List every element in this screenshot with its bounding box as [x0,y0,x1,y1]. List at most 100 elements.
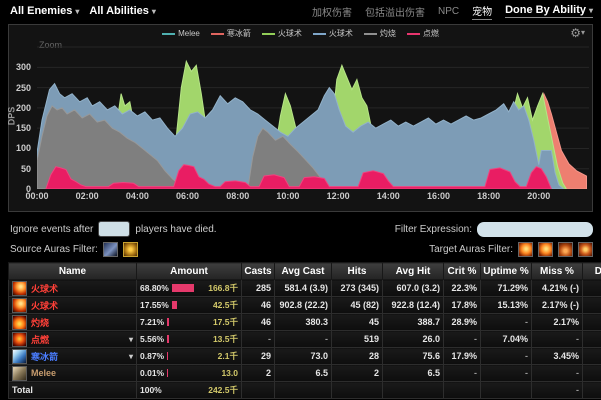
amount-value: 166.8千 [208,282,238,294]
empty-cell [332,382,383,399]
column-header-avg-hit[interactable]: Avg Hit [383,263,444,280]
amount-bar [167,318,169,326]
toggle-加权伤害[interactable]: 加权伤害 [312,4,352,19]
source-aura-2-icon[interactable] [123,242,138,257]
ability-name[interactable]: 火球术 [31,282,58,295]
legend-label: 寒冰箭 [227,28,251,39]
casts-cell: 46 [242,314,275,331]
frostbolt-icon[interactable] [12,349,27,364]
table-header-row: NameAmountCastsAvg CastHitsAvg HitCrit %… [9,263,601,280]
column-header-name[interactable]: Name [9,263,137,280]
ignore-events-label: Ignore events after [10,224,93,235]
dps-cell: 127.6 [583,280,601,297]
hits-cell: 28 [332,348,383,365]
ability-name[interactable]: 寒冰箭 [31,350,58,363]
dps-chart-panel: Melee寒冰箭火球术火球术灼烧点燃 ⚙▾ Zoom DPS 050100150… [8,24,593,212]
crit-cell: 22.3% [444,280,481,297]
column-header-miss-[interactable]: Miss % [532,263,583,280]
hits-cell: 45 (82) [332,297,383,314]
hits-cell: 45 [332,314,383,331]
total-miss-cell: - [532,382,583,399]
ability-name[interactable]: 火球术 [31,299,58,312]
amount-value: 42.5千 [213,299,238,311]
dps-cell: 13.4 [583,314,601,331]
ability-name[interactable]: Melee [31,368,56,378]
total-amount: 242.5千 [208,384,238,396]
ability-name[interactable]: 灼烧 [31,316,49,329]
crit-cell: - [444,365,481,382]
amount-bar [172,301,178,309]
empty-cell [383,382,444,399]
target-auras-icons [513,242,593,257]
column-header-crit-[interactable]: Crit % [444,263,481,280]
expand-caret-icon[interactable]: ▾ [129,352,133,361]
avg-hit-cell: 75.6 [383,348,444,365]
toolbar-toggles: 加权伤害包括溢出伤害 NPC 宠物 Done By Ability▾ [312,3,601,20]
view-dropdown[interactable]: Done By Ability▾ [505,4,593,18]
fireball-icon[interactable] [12,281,27,296]
hits-cell: 273 (345) [332,280,383,297]
toggle-NPC[interactable]: NPC [438,6,459,17]
melee-icon[interactable] [12,366,27,381]
ignite-icon[interactable] [12,332,27,347]
target-aura-4-icon[interactable] [578,242,593,257]
empty-cell [481,382,532,399]
amount-bar [167,352,168,360]
amount-value: 13.5千 [213,333,238,345]
crit-cell: - [444,331,481,348]
uptime-cell: 71.29% [481,280,532,297]
avg-cast-cell: 902.8 (22.2) [275,297,332,314]
scorch-icon[interactable] [12,315,27,330]
legend-item-fireball-1[interactable]: 火球术 [262,28,302,39]
miss-cell: - [532,365,583,382]
chart-settings-button[interactable]: ⚙▾ [570,26,585,40]
legend-label: 灼烧 [380,28,396,39]
column-header-amount[interactable]: Amount [137,263,242,280]
column-header-hits[interactable]: Hits [332,263,383,280]
fireball-icon[interactable] [12,298,27,313]
target-aura-1-icon[interactable] [518,242,533,257]
avg-hit-cell: 607.0 (3.2) [383,280,444,297]
column-header-avg-cast[interactable]: Avg Cast [275,263,332,280]
miss-cell: - [532,331,583,348]
legend-item-melee[interactable]: Melee [162,29,200,38]
toggle-宠物[interactable]: 宠物 [472,3,492,20]
y-axis-ticks: 050100150200250300 [9,43,34,189]
target-aura-3-icon[interactable] [558,242,573,257]
amount-cell: 5.56%13.5千 [137,331,242,348]
legend-item-ignite[interactable]: 点燃 [407,28,439,39]
total-amount-cell: 100%242.5千 [137,382,242,399]
expand-caret-icon[interactable]: ▾ [129,335,133,344]
legend-item-fireball-2[interactable]: 火球术 [313,28,353,39]
chart-plot-area[interactable] [37,43,589,189]
column-header-dps[interactable]: DPS [583,263,601,280]
amount-percent: 68.80% [140,283,169,293]
chevron-down-icon: ▾ [152,7,156,16]
avg-hit-cell: 922.8 (12.4) [383,297,444,314]
target-auras-label: Target Auras Filter: [429,244,513,255]
ability-name[interactable]: 点燃 [31,333,49,346]
auras-filter-row: Source Auras Filter: Target Auras Filter… [10,241,593,257]
abilities-dropdown[interactable]: All Abilities▾ [89,5,156,17]
x-tick-label: 12:00 [327,191,350,201]
legend-item-frostbolt[interactable]: 寒冰箭 [211,28,251,39]
toggle-包括溢出伤害[interactable]: 包括溢出伤害 [365,4,425,19]
y-tick-label: 150 [16,123,31,133]
x-tick-label: 16:00 [427,191,450,201]
hits-cell: 2 [332,365,383,382]
column-header-uptime-[interactable]: Uptime % [481,263,532,280]
filter-expression-input[interactable] [477,222,593,237]
players-died-input[interactable] [98,221,130,237]
uptime-cell: - [481,348,532,365]
enemies-dropdown[interactable]: All Enemies▾ [10,5,79,17]
legend-item-scorch[interactable]: 灼烧 [364,28,396,39]
y-tick-label: 200 [16,103,31,113]
ability-name-cell: Melee [9,365,137,382]
target-aura-2-icon[interactable] [538,242,553,257]
column-header-casts[interactable]: Casts [242,263,275,280]
source-auras-label: Source Auras Filter: [10,244,98,255]
source-aura-1-icon[interactable] [103,242,118,257]
x-tick-label: 04:00 [126,191,149,201]
total-dps-cell: 185.5 [583,382,601,399]
gear-icon: ⚙ [570,26,581,40]
